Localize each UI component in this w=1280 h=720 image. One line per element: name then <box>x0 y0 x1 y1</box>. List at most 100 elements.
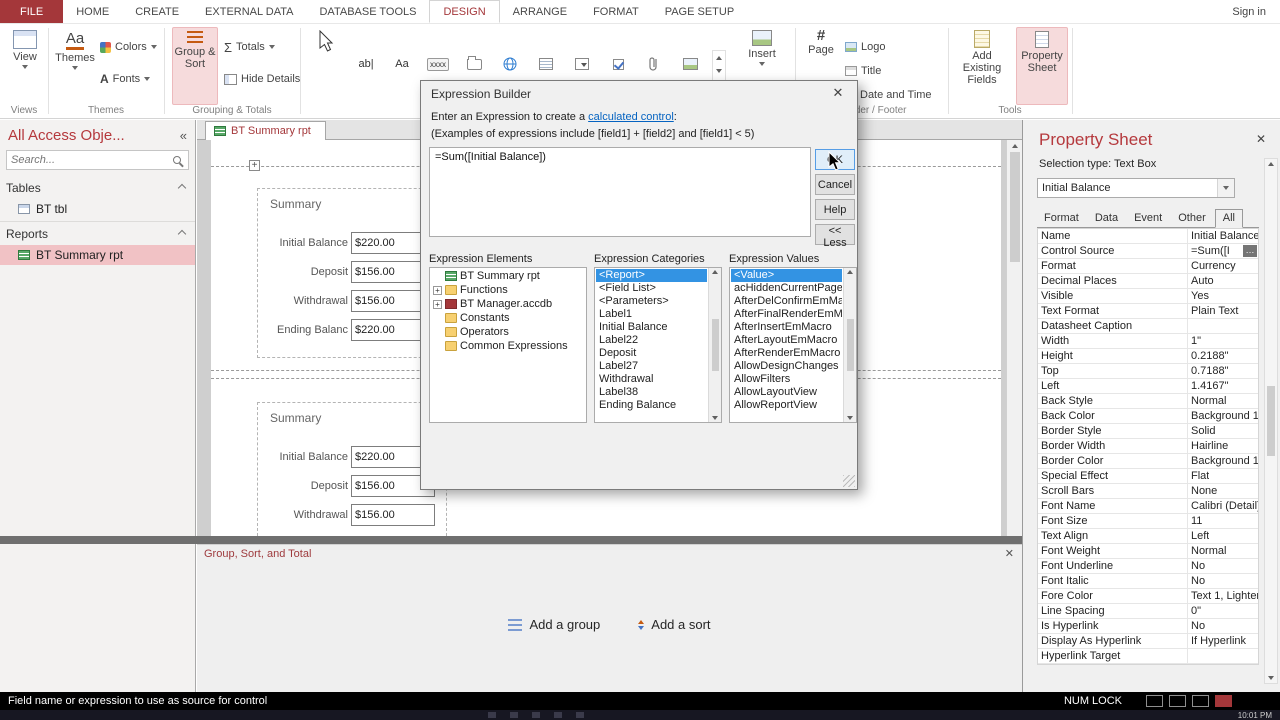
value-item[interactable]: AfterFinalRenderEmMacro <box>731 308 842 321</box>
ribbon-tab[interactable]: EXTERNAL DATA <box>192 0 306 23</box>
taskbar-app-icon[interactable] <box>510 712 518 718</box>
tab-control-button[interactable] <box>458 50 490 78</box>
cancel-button[interactable]: Cancel <box>815 174 855 195</box>
property-row[interactable]: Border Color Background 1, … <box>1038 454 1258 469</box>
taskbar-app-icon[interactable] <box>488 712 496 718</box>
property-value[interactable]: Auto … <box>1188 274 1258 288</box>
category-item[interactable]: <Field List> <box>596 282 707 295</box>
nav-item-bt-tbl[interactable]: BT tbl <box>0 199 195 219</box>
view-button[interactable]: View <box>6 27 44 105</box>
ribbon-tab[interactable]: DATABASE TOOLS <box>306 0 429 23</box>
tree-item[interactable]: + BT Manager.accdb <box>431 297 585 311</box>
category-item[interactable]: Ending Balance <box>596 399 707 412</box>
property-value[interactable]: … <box>1188 649 1258 663</box>
category-item[interactable]: Withdrawal <box>596 373 707 386</box>
tree-item[interactable]: + Common Expressions <box>431 339 585 353</box>
nav-section-reports[interactable]: Reports <box>0 221 195 245</box>
move-handle-icon[interactable]: + <box>249 160 260 171</box>
property-row[interactable]: Display As Hyperlink If Hyperlink … <box>1038 634 1258 649</box>
property-value[interactable]: 1.4167" … <box>1188 379 1258 393</box>
property-row[interactable]: Font Weight Normal … <box>1038 544 1258 559</box>
sign-in-link[interactable]: Sign in <box>1218 0 1280 23</box>
field-label[interactable]: Initial Balance <box>260 237 349 249</box>
button-control-button[interactable]: xxxx <box>422 50 454 78</box>
property-value[interactable]: No … <box>1188 574 1258 588</box>
category-item[interactable]: Initial Balance <box>596 321 707 334</box>
field-label[interactable]: Deposit <box>260 480 348 492</box>
value-item[interactable]: AfterLayoutEmMacro <box>731 334 842 347</box>
property-value[interactable]: If Hyperlink … <box>1188 634 1258 648</box>
property-sheet-tab[interactable]: Format <box>1037 210 1086 227</box>
property-value[interactable]: Currency … <box>1188 259 1258 273</box>
search-icon[interactable] <box>173 156 181 164</box>
property-value[interactable]: Yes … <box>1188 289 1258 303</box>
ribbon-tab[interactable]: CREATE <box>122 0 192 23</box>
categories-scrollbar[interactable] <box>708 268 721 422</box>
close-icon[interactable]: ✕ <box>1005 547 1014 560</box>
scroll-down-icon[interactable] <box>847 416 853 420</box>
object-selector-dropdown[interactable]: Initial Balance <box>1037 178 1235 198</box>
property-value[interactable]: Text 1, Lighter … <box>1188 589 1258 603</box>
category-item[interactable]: Label22 <box>596 334 707 347</box>
property-value[interactable]: 11 … <box>1188 514 1258 528</box>
scroll-down-icon[interactable] <box>1268 676 1274 680</box>
property-value[interactable]: 0.2188" … <box>1188 349 1258 363</box>
property-value[interactable]: Left … <box>1188 529 1258 543</box>
property-value[interactable]: Hairline … <box>1188 439 1258 453</box>
close-icon[interactable]: ✕ <box>1256 132 1266 146</box>
property-value[interactable]: Plain Text … <box>1188 304 1258 318</box>
value-item[interactable]: <Value> <box>731 269 842 282</box>
value-item[interactable]: acHiddenCurrentPage <box>731 282 842 295</box>
taskbar-app-icon[interactable] <box>532 712 540 718</box>
textbox-control-button[interactable]: ab| <box>350 50 382 78</box>
field-label[interactable]: Deposit <box>260 266 348 278</box>
property-value[interactable]: No … <box>1188 559 1258 573</box>
property-row[interactable]: Font Size 11 … <box>1038 514 1258 529</box>
property-row[interactable]: Control Source =Sum([I … <box>1038 244 1258 259</box>
values-scrollbar[interactable] <box>843 268 856 422</box>
property-row[interactable]: Visible Yes … <box>1038 289 1258 304</box>
select-control-button[interactable] <box>308 27 344 105</box>
property-row[interactable]: Width 1" … <box>1038 334 1258 349</box>
property-row[interactable]: Special Effect Flat … <box>1038 469 1258 484</box>
builder-button[interactable]: … <box>1243 245 1257 257</box>
layout-view-icon[interactable] <box>1192 695 1209 707</box>
fonts-button[interactable]: A Fonts <box>100 68 151 90</box>
property-row[interactable]: Format Currency … <box>1038 259 1258 274</box>
close-icon[interactable]: ✕ <box>827 85 849 101</box>
taskbar-app-icon[interactable] <box>554 712 562 718</box>
colors-button[interactable]: Colors <box>100 36 157 58</box>
property-row[interactable]: Top 0.7188" … <box>1038 364 1258 379</box>
tree-item[interactable]: + Constants <box>431 311 585 325</box>
property-sheet-tab[interactable]: All <box>1214 209 1243 228</box>
group-sort-button[interactable]: Group & Sort <box>172 27 218 105</box>
property-value[interactable]: Normal … <box>1188 394 1258 408</box>
property-value[interactable]: Flat … <box>1188 469 1258 483</box>
scroll-up-icon[interactable] <box>1268 162 1274 166</box>
property-row[interactable]: Name Initial Balance … <box>1038 229 1258 244</box>
scrollbar-thumb[interactable] <box>1267 386 1275 456</box>
property-sheet-tab[interactable]: Other <box>1171 210 1213 227</box>
ribbon-tab[interactable]: DESIGN <box>429 0 500 23</box>
property-row[interactable]: Decimal Places Auto … <box>1038 274 1258 289</box>
property-row[interactable]: Text Format Plain Text … <box>1038 304 1258 319</box>
property-sheet-tab[interactable]: Event <box>1127 210 1169 227</box>
scroll-up-icon[interactable] <box>847 270 853 274</box>
property-value[interactable]: 0.7188" … <box>1188 364 1258 378</box>
ribbon-tab[interactable]: HOME <box>63 0 122 23</box>
value-item[interactable]: AllowFilters <box>731 373 842 386</box>
property-row[interactable]: Is Hyperlink No … <box>1038 619 1258 634</box>
category-item[interactable]: <Report> <box>596 269 707 282</box>
ribbon-tab[interactable]: ARRANGE <box>500 0 580 23</box>
add-sort-button[interactable]: Add a sort <box>638 617 711 632</box>
property-row[interactable]: Text Align Left … <box>1038 529 1258 544</box>
category-item[interactable]: <Parameters> <box>596 295 707 308</box>
checkbox-control-button[interactable] <box>602 50 634 78</box>
property-value[interactable]: 1" … <box>1188 334 1258 348</box>
nav-item-bt-summary-rpt[interactable]: BT Summary rpt <box>0 245 195 265</box>
label-control-button[interactable]: Aa <box>386 50 418 78</box>
category-item[interactable]: Label38 <box>596 386 707 399</box>
property-value[interactable]: None … <box>1188 484 1258 498</box>
property-row[interactable]: Font Italic No … <box>1038 574 1258 589</box>
nav-section-tables[interactable]: Tables <box>0 176 195 199</box>
